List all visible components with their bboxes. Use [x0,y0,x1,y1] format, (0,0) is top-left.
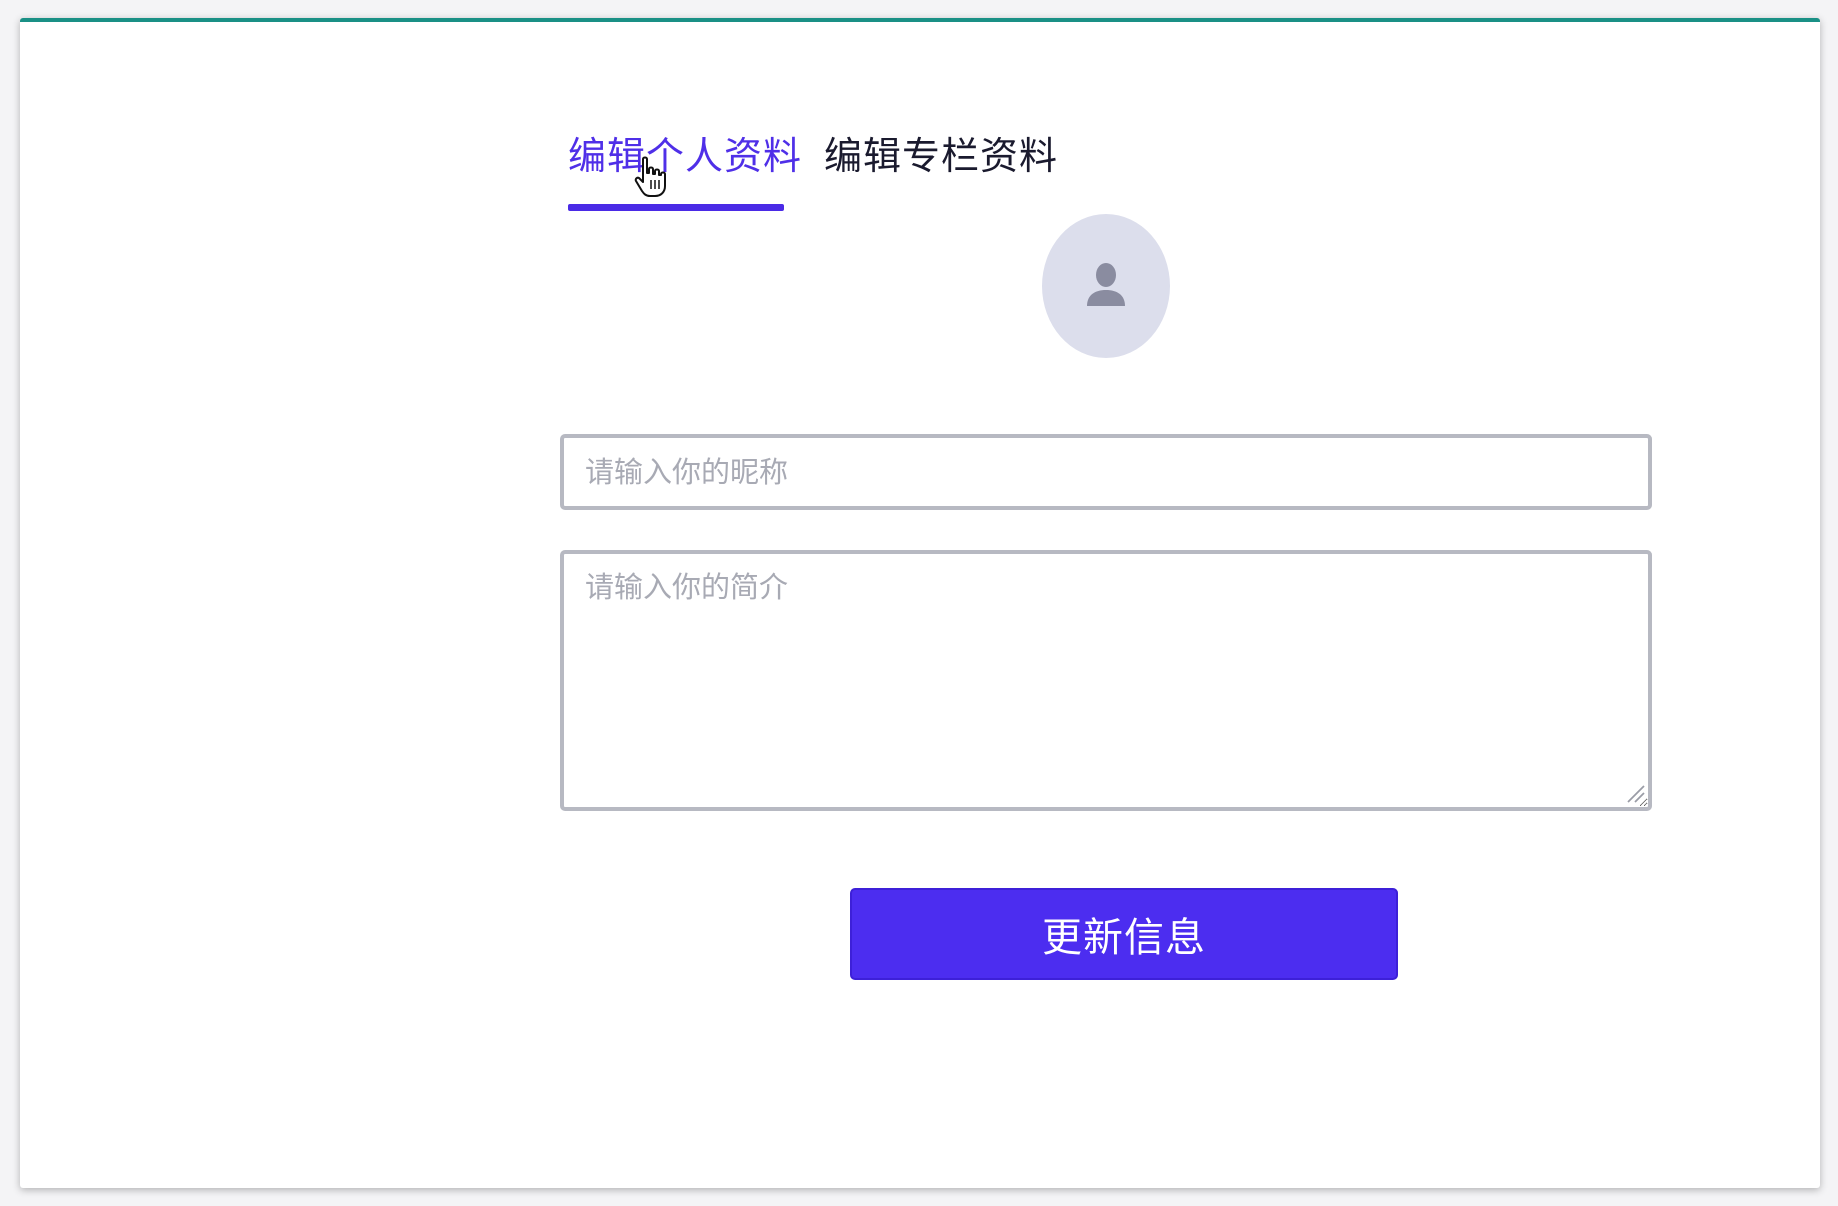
active-tab-indicator [568,204,784,211]
update-info-button[interactable]: 更新信息 [850,888,1398,980]
tab-edit-column[interactable]: 编辑专栏资料 [824,108,1058,204]
user-silhouette-icon [1087,263,1125,306]
bio-textarea[interactable] [560,550,1652,811]
avatar[interactable] [1042,214,1170,358]
hand-pointer-cursor-icon [634,156,666,197]
resize-handle-icon[interactable] [1626,784,1646,804]
tab-edit-profile[interactable]: 编辑个人资料 [568,108,802,204]
nickname-input[interactable] [560,434,1652,510]
